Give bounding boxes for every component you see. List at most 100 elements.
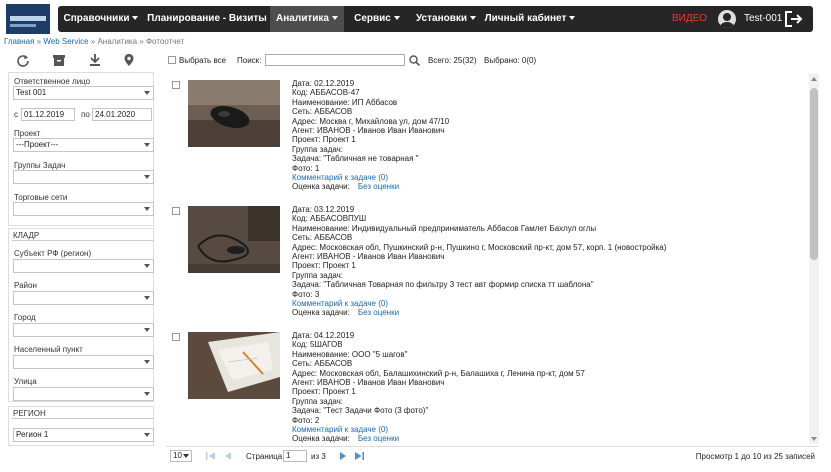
archive-icon[interactable] — [52, 53, 66, 67]
page-size-select[interactable]: 10 — [170, 450, 192, 462]
city-select[interactable] — [13, 323, 154, 337]
scroll-up-icon[interactable] — [811, 77, 817, 81]
chevron-down-icon — [132, 16, 139, 21]
nav-item-analytics[interactable]: Аналитика — [270, 6, 344, 32]
date-to-input[interactable]: 24.01.2020 — [92, 108, 152, 121]
map-pin-icon[interactable] — [122, 53, 136, 67]
logout-icon[interactable] — [784, 10, 804, 28]
item-net: Сеть: АББАСОВ — [292, 359, 353, 369]
last-page-icon[interactable] — [354, 452, 364, 460]
district-label: Район — [14, 281, 37, 290]
city-label: Город — [14, 313, 36, 322]
next-page-icon[interactable] — [339, 452, 347, 460]
task-groups-label: Группы Задач — [14, 161, 66, 170]
logo[interactable] — [6, 4, 50, 34]
nav-item-service[interactable]: Сервис — [344, 6, 410, 32]
prev-page-icon[interactable] — [224, 452, 232, 460]
item-photo-count: Фото: 1 — [292, 163, 320, 173]
task-groups-select[interactable] — [13, 170, 154, 184]
item-checkbox[interactable] — [172, 81, 180, 89]
chevron-down-icon — [144, 392, 150, 396]
photo-thumbnail[interactable] — [188, 332, 280, 399]
region-select[interactable]: Регион 1 — [13, 428, 154, 442]
page-label: Страница — [246, 452, 283, 461]
scrollbar-thumb[interactable] — [810, 88, 818, 260]
rating-link[interactable]: Без оценки — [358, 182, 399, 191]
select-all-checkbox[interactable] — [168, 56, 176, 64]
item-details: Дата: 04.12.2019 Код: 5ШАГОВ Наименовани… — [292, 331, 585, 444]
rating-link[interactable]: Без оценки — [358, 308, 399, 317]
item-photo-count: Фото: 2 — [292, 415, 320, 425]
download-icon[interactable] — [88, 53, 102, 67]
user-name[interactable]: Test-001 — [744, 6, 782, 32]
item-details: Дата: 03.12.2019 Код: АББАСОВПУШ Наимено… — [292, 205, 666, 318]
photo-thumbnail[interactable] — [188, 206, 280, 273]
top-bar: Справочники Планирование - Визиты Аналит… — [0, 0, 831, 47]
item-net: Сеть: АББАСОВ — [292, 233, 353, 243]
chevron-down-icon — [144, 433, 150, 437]
rating-link[interactable]: Без оценки — [358, 434, 399, 443]
list-item: Дата: 02.12.2019 Код: АББАСОВ-47 Наимено… — [166, 74, 806, 196]
item-project: Проект: Проект 1 — [292, 261, 356, 271]
breadcrumb-web-service[interactable]: Web Service — [43, 37, 88, 46]
locality-select[interactable] — [13, 355, 154, 369]
date-from-input[interactable]: 01.12.2019 — [21, 108, 75, 121]
item-rating: Оценка задачи: Без оценки — [292, 182, 400, 192]
nav-item-settings[interactable]: Установки — [410, 6, 482, 32]
page-number-input[interactable]: 1 — [283, 450, 307, 462]
list-scrollbar[interactable] — [809, 74, 819, 444]
chevron-down-icon — [144, 91, 150, 95]
trade-nets-label: Торговые сети — [14, 193, 68, 202]
item-task-group: Группа задач: — [292, 270, 344, 280]
video-link[interactable]: ВИДЕО — [672, 6, 707, 32]
refresh-icon[interactable] — [16, 53, 30, 67]
first-page-icon[interactable] — [206, 452, 216, 460]
chevron-down-icon — [205, 42, 212, 47]
photo-thumbnail[interactable] — [188, 80, 280, 147]
breadcrumb: Главная » Web Service » Аналитика » Фото… — [4, 37, 184, 46]
chevron-down-icon — [144, 264, 150, 268]
project-select[interactable]: ---Проект--- — [13, 138, 154, 152]
item-comment-link[interactable]: Комментарий к задаче (0) — [292, 425, 585, 434]
chevron-down-icon — [183, 454, 189, 458]
item-comment-link[interactable]: Комментарий к задаче (0) — [292, 173, 449, 182]
item-project: Проект: Проект 1 — [292, 387, 356, 397]
chevron-down-icon — [144, 328, 150, 332]
item-comment-link[interactable]: Комментарий к задаче (0) — [292, 299, 666, 308]
item-name: Наименование: Индивидуальный предпринима… — [292, 223, 597, 233]
nav-item-account[interactable]: Личный кабинет — [482, 6, 578, 32]
item-task-group: Группа задач: — [292, 396, 344, 406]
subject-select[interactable] — [13, 259, 154, 273]
user-avatar-icon[interactable] — [718, 10, 736, 28]
main-nav: Справочники Планирование - Визиты Аналит… — [58, 6, 813, 47]
list-item: Дата: 04.12.2019 Код: 5ШАГОВ Наименовани… — [166, 326, 806, 444]
total-count: Всего: 25(32) — [428, 56, 477, 65]
locality-label: Населенный пункт — [14, 345, 83, 354]
search-icon[interactable] — [409, 55, 420, 66]
item-code: Код: 5ШАГОВ — [292, 340, 343, 350]
select-all-label[interactable]: Выбрать все — [179, 56, 226, 65]
scroll-down-icon[interactable] — [811, 437, 817, 441]
responsible-select[interactable]: Test 001 — [13, 86, 154, 100]
nav-item-planning[interactable]: Планирование - Визиты — [144, 6, 270, 47]
chevron-down-icon — [144, 175, 150, 179]
item-address: Адрес: Москва г, Михайлова ул, дом 47/10 — [292, 116, 450, 126]
search-input[interactable] — [265, 54, 405, 66]
item-agent: Агент: ИВАНОВ - Иванов Иван Иванович — [292, 378, 445, 388]
content-toolbar: Выбрать все Поиск: Всего: 25(32) Выбрано… — [166, 54, 816, 68]
chevron-down-icon — [331, 16, 338, 21]
item-checkbox[interactable] — [172, 333, 180, 341]
divider — [12, 240, 154, 241]
district-select[interactable] — [13, 291, 154, 305]
street-label: Улица — [14, 377, 37, 386]
street-select[interactable] — [13, 387, 154, 401]
item-rating: Оценка задачи: Без оценки — [292, 308, 400, 318]
item-task-group: Группа задач: — [292, 144, 344, 154]
filter-toolbar — [4, 48, 154, 74]
item-checkbox[interactable] — [172, 207, 180, 215]
breadcrumb-home[interactable]: Главная — [4, 37, 34, 46]
trade-nets-select[interactable] — [13, 202, 154, 216]
filter-sidebar: Ответственное лицо Test 001 с 01.12.2019… — [4, 48, 154, 468]
item-address: Адрес: Московская обл, Балашихинский р-н… — [292, 368, 585, 378]
nav-item-directories[interactable]: Справочники — [58, 6, 144, 32]
